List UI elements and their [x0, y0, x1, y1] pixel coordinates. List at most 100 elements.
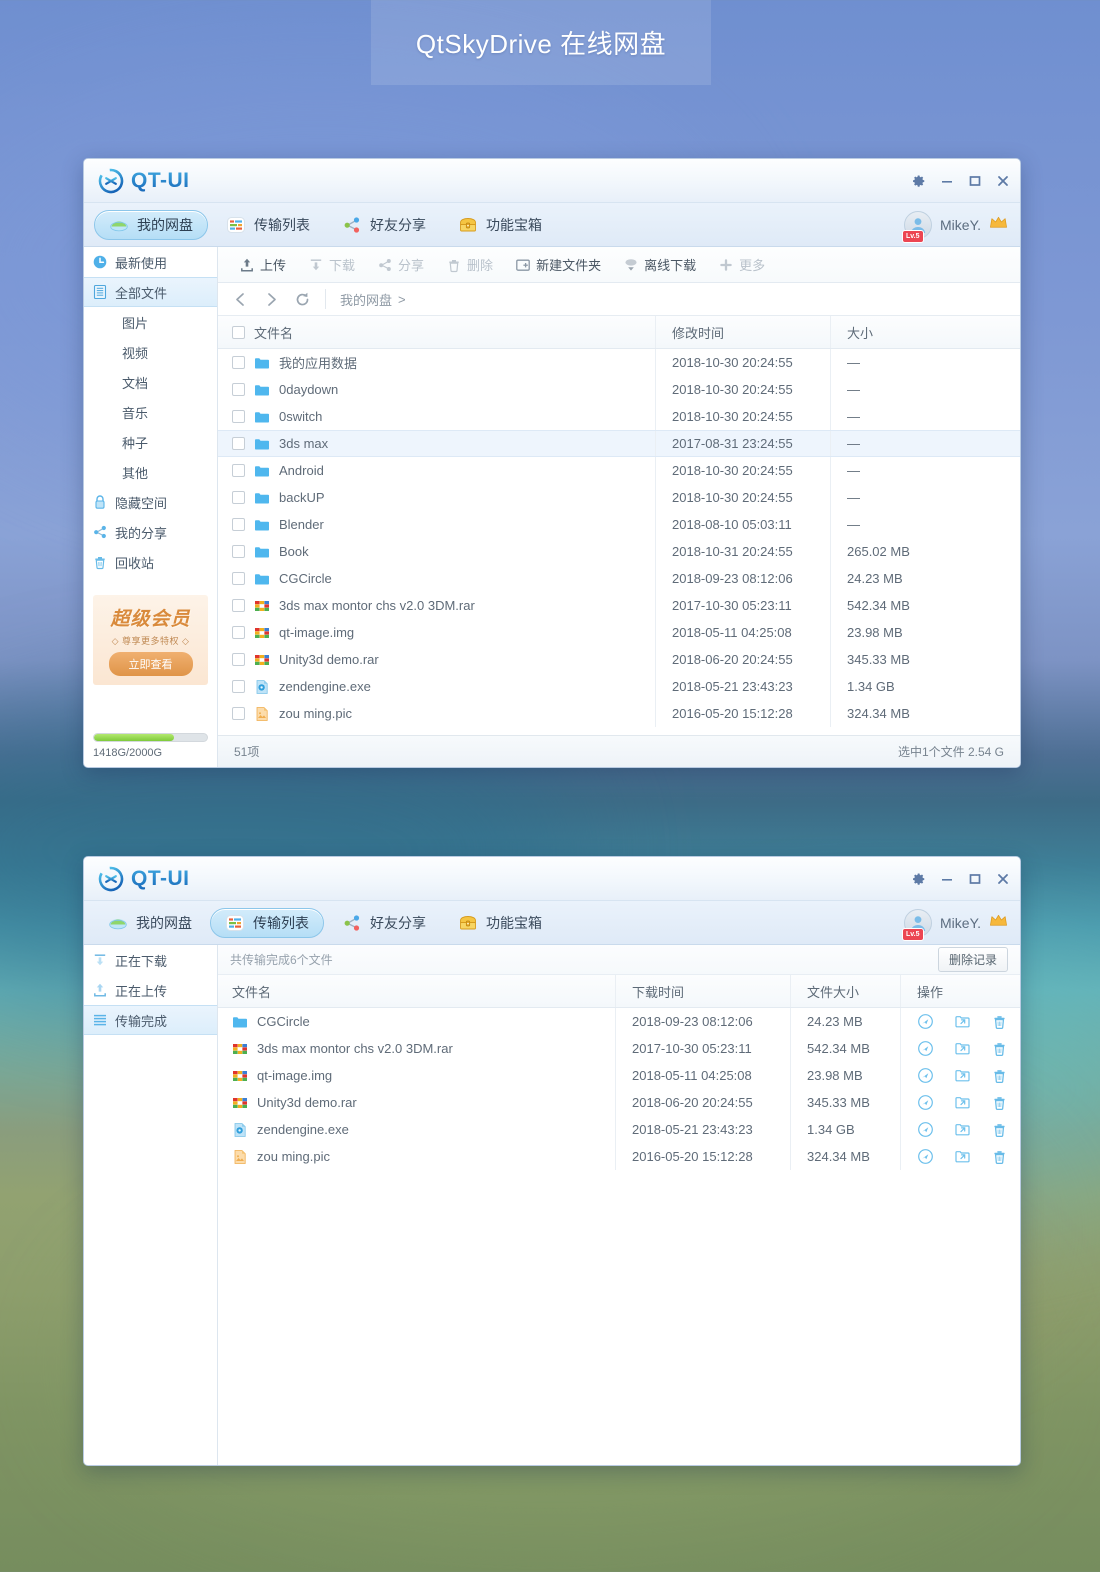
- minimize-icon[interactable]: [940, 872, 954, 886]
- open-link-icon[interactable]: [917, 1040, 934, 1057]
- close-icon[interactable]: [996, 872, 1010, 886]
- sidebar-item-9[interactable]: 我的分享: [84, 517, 217, 547]
- forward-icon[interactable]: [263, 291, 280, 308]
- sidebar-item-2[interactable]: 图片: [84, 307, 217, 337]
- sidebar-item-7[interactable]: 其他: [84, 457, 217, 487]
- trash-icon[interactable]: [991, 1040, 1008, 1057]
- trash-icon[interactable]: [991, 1121, 1008, 1138]
- open-link-icon[interactable]: [917, 1067, 934, 1084]
- promo-view-button[interactable]: 立即查看: [108, 652, 193, 676]
- sidebar-transfer-item-2[interactable]: 传输完成: [84, 1005, 217, 1035]
- row-checkbox[interactable]: [232, 545, 245, 558]
- toolbar-button-0[interactable]: 上传: [230, 252, 295, 277]
- row-checkbox[interactable]: [232, 707, 245, 720]
- toolbar-button-6[interactable]: 更多: [709, 252, 774, 277]
- delete-records-button[interactable]: 删除记录: [937, 947, 1008, 972]
- toolbar-button-4[interactable]: 新建文件夹: [506, 252, 610, 277]
- table-row[interactable]: CGCircle 2018-09-23 08:12:06 24.23 MB: [218, 565, 1020, 592]
- row-checkbox[interactable]: [232, 518, 245, 531]
- gear-icon[interactable]: [912, 174, 926, 188]
- sidebar-item-10[interactable]: 回收站: [84, 547, 217, 577]
- tab-transfer-list[interactable]: 传输列表: [212, 210, 324, 240]
- table-row[interactable]: Unity3d demo.rar 2018-06-20 20:24:55 345.3…: [218, 1089, 1020, 1116]
- row-checkbox[interactable]: [232, 626, 245, 639]
- row-checkbox[interactable]: [232, 437, 245, 450]
- open-folder-icon[interactable]: [954, 1013, 971, 1030]
- table-row[interactable]: Blender 2018-08-10 05:03:11—: [218, 511, 1020, 538]
- open-link-icon[interactable]: [917, 1094, 934, 1111]
- sidebar-item-4[interactable]: 文档: [84, 367, 217, 397]
- tab-transfer-list[interactable]: 传输列表: [210, 907, 324, 938]
- maximize-icon[interactable]: [968, 872, 982, 886]
- table-row[interactable]: zou ming.pic 2016-05-20 15:12:28 324.34 MB: [218, 1143, 1020, 1170]
- row-checkbox[interactable]: [232, 491, 245, 504]
- open-link-icon[interactable]: [917, 1148, 934, 1165]
- sidebar-item-6[interactable]: 种子: [84, 427, 217, 457]
- user-area-transfer[interactable]: Lv.5 MikeY.: [902, 908, 1008, 941]
- sidebar-transfer-item-1[interactable]: 正在上传: [84, 975, 217, 1005]
- trash-icon[interactable]: [991, 1094, 1008, 1111]
- table-row[interactable]: 3ds max montor chs v2.0 3DM.rar 2017-10-3…: [218, 1035, 1020, 1062]
- row-checkbox[interactable]: [232, 464, 245, 477]
- sidebar-item-1[interactable]: 全部文件: [84, 277, 217, 307]
- toolbar-button-2[interactable]: 分享: [368, 252, 433, 277]
- table-row[interactable]: qt-image.img 2018-05-11 04:25:08 23.98 MB: [218, 1062, 1020, 1089]
- sidebar-item-0[interactable]: 最新使用: [84, 247, 217, 277]
- toolbar-button-5[interactable]: 离线下载: [614, 252, 705, 277]
- tab-my-drive[interactable]: 我的网盘: [94, 908, 206, 938]
- user-area[interactable]: Lv.5 MikeY.: [902, 210, 1008, 243]
- sidebar-item-8[interactable]: 隐藏空间: [84, 487, 217, 517]
- table-row[interactable]: 0switch 2018-10-30 20:24:55—: [218, 403, 1020, 430]
- sidebar-item-3[interactable]: 视频: [84, 337, 217, 367]
- sidebar-item-5[interactable]: 音乐: [84, 397, 217, 427]
- toolbar-button-1[interactable]: 下载: [299, 252, 364, 277]
- maximize-icon[interactable]: [968, 174, 982, 188]
- trash-icon[interactable]: [991, 1148, 1008, 1165]
- open-folder-icon[interactable]: [954, 1148, 971, 1165]
- tab-toolbox[interactable]: 功能宝箱: [444, 210, 556, 240]
- row-checkbox[interactable]: [232, 680, 245, 693]
- row-checkbox[interactable]: [232, 572, 245, 585]
- table-row[interactable]: CGCircle 2018-09-23 08:12:06 24.23 MB: [218, 1008, 1020, 1035]
- row-checkbox[interactable]: [232, 383, 245, 396]
- back-icon[interactable]: [232, 291, 249, 308]
- sidebar-transfer-item-0[interactable]: 正在下载: [84, 945, 217, 975]
- open-folder-icon[interactable]: [954, 1121, 971, 1138]
- open-folder-icon[interactable]: [954, 1094, 971, 1111]
- table-row[interactable]: Android 2018-10-30 20:24:55—: [218, 457, 1020, 484]
- table-row[interactable]: zou ming.pic 2016-05-20 15:12:28 324.34 MB: [218, 700, 1020, 727]
- breadcrumb-path[interactable]: 我的网盘 >: [326, 290, 406, 309]
- trash-icon[interactable]: [991, 1013, 1008, 1030]
- table-row[interactable]: 3ds max montor chs v2.0 3DM.rar 2017-10-3…: [218, 592, 1020, 619]
- toolbar-button-3[interactable]: 删除: [437, 252, 502, 277]
- avatar[interactable]: Lv.5: [902, 908, 933, 941]
- close-icon[interactable]: [996, 174, 1010, 188]
- row-checkbox[interactable]: [232, 410, 245, 423]
- table-row[interactable]: 我的应用数据 2018-10-30 20:24:55—: [218, 349, 1020, 376]
- table-row[interactable]: Unity3d demo.rar 2018-06-20 20:24:55 345.3…: [218, 646, 1020, 673]
- refresh-icon[interactable]: [294, 291, 311, 308]
- table-row[interactable]: 0daydown 2018-10-30 20:24:55—: [218, 376, 1020, 403]
- open-link-icon[interactable]: [917, 1013, 934, 1030]
- row-checkbox[interactable]: [232, 599, 245, 612]
- open-folder-icon[interactable]: [954, 1040, 971, 1057]
- vip-promo-banner[interactable]: 超级会员 ◇ 尊享更多特权 ◇ 立即查看: [93, 595, 208, 685]
- tab-toolbox[interactable]: 功能宝箱: [444, 908, 556, 938]
- trash-icon[interactable]: [991, 1067, 1008, 1084]
- table-row[interactable]: zendengine.exe 2018-05-21 23:43:23 1.34 GB: [218, 1116, 1020, 1143]
- table-row[interactable]: qt-image.img 2018-05-11 04:25:08 23.98 MB: [218, 619, 1020, 646]
- minimize-icon[interactable]: [940, 174, 954, 188]
- table-row[interactable]: backUP 2018-10-30 20:24:55—: [218, 484, 1020, 511]
- tab-friend-share[interactable]: 好友分享: [328, 908, 440, 938]
- tab-friend-share[interactable]: 好友分享: [328, 210, 440, 240]
- tab-my-drive[interactable]: 我的网盘: [94, 209, 208, 240]
- avatar[interactable]: Lv.5: [902, 210, 933, 243]
- select-all-checkbox[interactable]: [232, 325, 245, 339]
- breadcrumb-root[interactable]: 我的网盘: [340, 290, 392, 309]
- row-checkbox[interactable]: [232, 653, 245, 666]
- table-row[interactable]: zendengine.exe 2018-05-21 23:43:23 1.34 GB: [218, 673, 1020, 700]
- open-folder-icon[interactable]: [954, 1067, 971, 1084]
- row-checkbox[interactable]: [232, 356, 245, 369]
- table-row[interactable]: 3ds max 2017-08-31 23:24:55—: [218, 430, 1020, 457]
- table-row[interactable]: Book 2018-10-31 20:24:55 265.02 MB: [218, 538, 1020, 565]
